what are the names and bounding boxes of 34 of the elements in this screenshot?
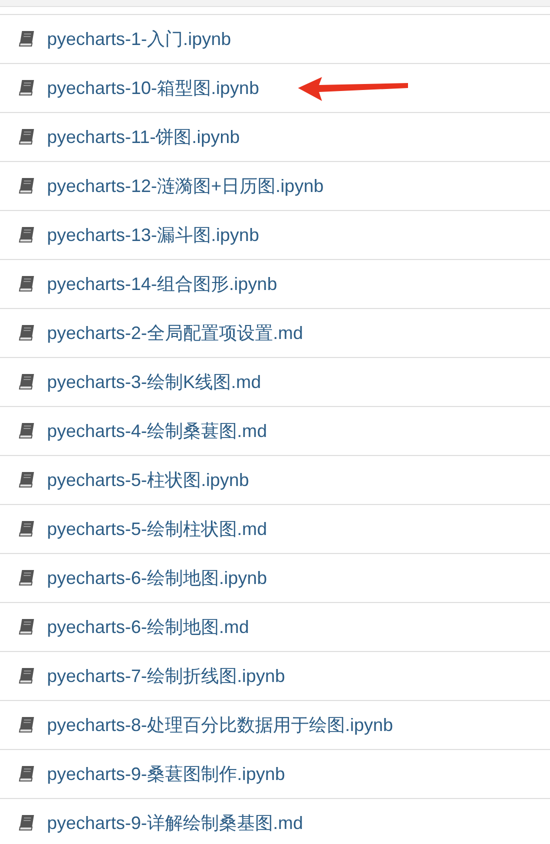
book-icon	[18, 79, 36, 97]
file-link[interactable]: pyecharts-7-绘制折线图.ipynb	[47, 664, 286, 688]
book-icon	[18, 422, 36, 440]
file-link[interactable]: pyecharts-8-处理百分比数据用于绘图.ipynb	[47, 713, 394, 737]
file-link[interactable]: pyecharts-5-柱状图.ipynb	[47, 468, 250, 492]
book-icon	[18, 226, 36, 244]
file-link[interactable]: pyecharts-12-涟漪图+日历图.ipynb	[47, 174, 324, 198]
file-link[interactable]: pyecharts-9-详解绘制桑基图.md	[47, 811, 304, 835]
book-icon	[18, 128, 36, 146]
file-link[interactable]: pyecharts-1-入门.ipynb	[47, 27, 232, 51]
book-icon	[18, 373, 36, 391]
file-link[interactable]: pyecharts-14-组合图形.ipynb	[47, 272, 278, 296]
file-link[interactable]: pyecharts-9-桑葚图制作.ipynb	[47, 762, 286, 786]
book-icon	[18, 30, 36, 48]
file-link[interactable]: pyecharts-5-绘制柱状图.md	[47, 517, 268, 541]
book-icon	[18, 569, 36, 587]
file-link[interactable]: pyecharts-4-绘制桑葚图.md	[47, 419, 268, 443]
book-icon	[18, 324, 36, 342]
book-icon	[18, 765, 36, 783]
book-icon	[18, 471, 36, 489]
book-icon	[18, 177, 36, 195]
book-icon	[18, 520, 36, 538]
book-icon	[18, 618, 36, 636]
file-link[interactable]: pyecharts-13-漏斗图.ipynb	[47, 223, 260, 247]
file-link[interactable]: pyecharts-10-箱型图.ipynb	[47, 76, 260, 100]
file-link[interactable]: pyecharts-11-饼图.ipynb	[47, 125, 240, 149]
file-link[interactable]: pyecharts-3-绘制K线图.md	[47, 370, 262, 394]
file-link[interactable]: pyecharts-2-全局配置项设置.md	[47, 321, 304, 345]
file-link[interactable]: pyecharts-6-绘制地图.ipynb	[47, 566, 268, 590]
book-icon	[18, 275, 36, 293]
book-icon	[18, 814, 36, 832]
book-icon	[18, 667, 36, 685]
book-icon	[18, 716, 36, 734]
file-link[interactable]: pyecharts-6-绘制地图.md	[47, 615, 250, 639]
